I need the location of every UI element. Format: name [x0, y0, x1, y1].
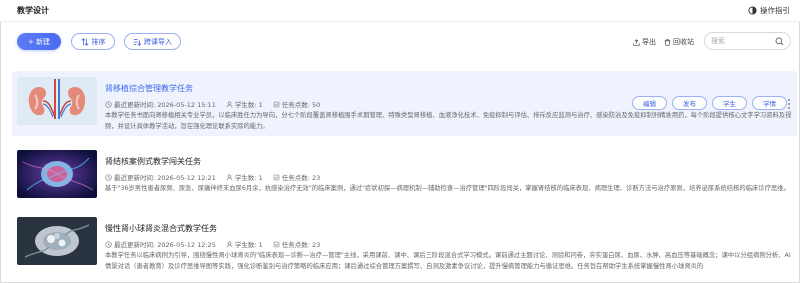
- task-title-link[interactable]: 肾移植综合管理教学任务: [105, 83, 193, 94]
- recycle-bin-label: 回收站: [673, 38, 694, 46]
- export-icon: [633, 38, 640, 46]
- search-input[interactable]: [711, 37, 777, 45]
- task-title-link[interactable]: 肾结核案例式教学闯关任务: [105, 156, 201, 167]
- task-card[interactable]: 肾移植综合管理教学任务 最近更新时间: 2026-05-12 15:11 学生数…: [12, 71, 797, 136]
- updated-time: 最近更新时间: 2026-05-12 12:21: [114, 174, 216, 182]
- page-title: 教学设计: [17, 6, 49, 15]
- task-points-icon: [273, 174, 280, 180]
- guide-icon: [748, 6, 757, 15]
- task-card[interactable]: 慢性肾小球肾炎混合式教学任务 最近更新时间: 2026-05-12 12:25 …: [12, 211, 797, 276]
- new-button[interactable]: + 新建: [17, 33, 61, 50]
- glomerulus-render-thumbnail: [17, 217, 97, 265]
- task-points-icon: [273, 241, 280, 247]
- task-point-count: 任务点数: 23: [281, 174, 321, 182]
- search-box: [704, 32, 791, 50]
- user-icon: [226, 101, 233, 107]
- task-point-count: 任务点数: 50: [281, 101, 321, 109]
- trash-icon: [664, 38, 671, 46]
- updated-time: 最近更新时间: 2026-05-12 12:25: [114, 241, 216, 249]
- task-title-link[interactable]: 慢性肾小球肾炎混合式教学任务: [105, 223, 217, 234]
- task-description: 本教学任务书面向肾移植相关专业学员，以临床胜任力为导向，分七个阶段覆盖肾移植围手…: [105, 112, 792, 130]
- updated-time: 最近更新时间: 2026-05-12 15:11: [114, 101, 216, 109]
- guide-link[interactable]: 操作指引: [748, 5, 790, 16]
- task-actions: 编辑 发布 学生 学情: [632, 96, 787, 110]
- student-count: 学生数: 1: [234, 174, 263, 182]
- task-description: 基于"36岁男性患者尿频、尿急、尿痛伴终末血尿6月余，抗感染治疗无效"的临床案例…: [105, 185, 790, 192]
- top-bar: 教学设计 操作指引: [0, 0, 800, 22]
- learning-status-button[interactable]: 学情: [752, 96, 787, 110]
- recycle-bin-button[interactable]: 回收站: [664, 37, 694, 47]
- publish-button[interactable]: 发布: [672, 96, 707, 110]
- guide-label: 操作指引: [760, 6, 790, 15]
- export-button[interactable]: 导出: [633, 37, 656, 47]
- kidney-3d-render-thumbnail: [17, 150, 97, 198]
- task-card[interactable]: 肾结核案例式教学闯关任务 最近更新时间: 2026-05-12 12:21 学生…: [12, 144, 797, 209]
- new-button-label: + 新建: [27, 37, 51, 46]
- sort-button[interactable]: 排序: [71, 33, 115, 50]
- clock-icon: [105, 173, 112, 181]
- kidney-illustration-thumbnail: [17, 77, 97, 125]
- user-icon: [226, 241, 233, 247]
- toolbar: + 新建 排序 跨课导入 导出 回收站: [0, 30, 800, 54]
- student-count: 学生数: 1: [234, 101, 263, 109]
- task-meta: 最近更新时间: 2026-05-12 12:25 学生数: 1 任务点数: 23: [105, 239, 330, 249]
- task-point-count: 任务点数: 23: [281, 241, 321, 249]
- clock-icon: [105, 100, 112, 108]
- task-points-icon: [273, 101, 280, 107]
- export-label: 导出: [642, 38, 656, 46]
- sort-button-label: 排序: [91, 37, 106, 46]
- import-button[interactable]: 跨课导入: [124, 33, 181, 50]
- task-description: 本教学任务以临床病例为引导，围绕慢性肾小球肾炎的"临床表现—诊断—治疗—管理"主…: [105, 252, 791, 270]
- more-options-icon[interactable]: [787, 99, 791, 109]
- task-meta: 最近更新时间: 2026-05-12 15:11 学生数: 1 任务点数: 50: [105, 99, 330, 109]
- import-button-label: 跨课导入: [144, 37, 172, 46]
- students-button[interactable]: 学生: [712, 96, 747, 110]
- task-meta: 最近更新时间: 2026-05-12 12:21 学生数: 1 任务点数: 23: [105, 172, 330, 182]
- user-icon: [226, 174, 233, 180]
- sort-icon: [81, 37, 88, 46]
- edit-button[interactable]: 编辑: [632, 96, 667, 110]
- search-icon[interactable]: [775, 37, 784, 46]
- student-count: 学生数: 1: [234, 241, 263, 249]
- import-icon: [133, 38, 141, 46]
- clock-icon: [105, 240, 112, 248]
